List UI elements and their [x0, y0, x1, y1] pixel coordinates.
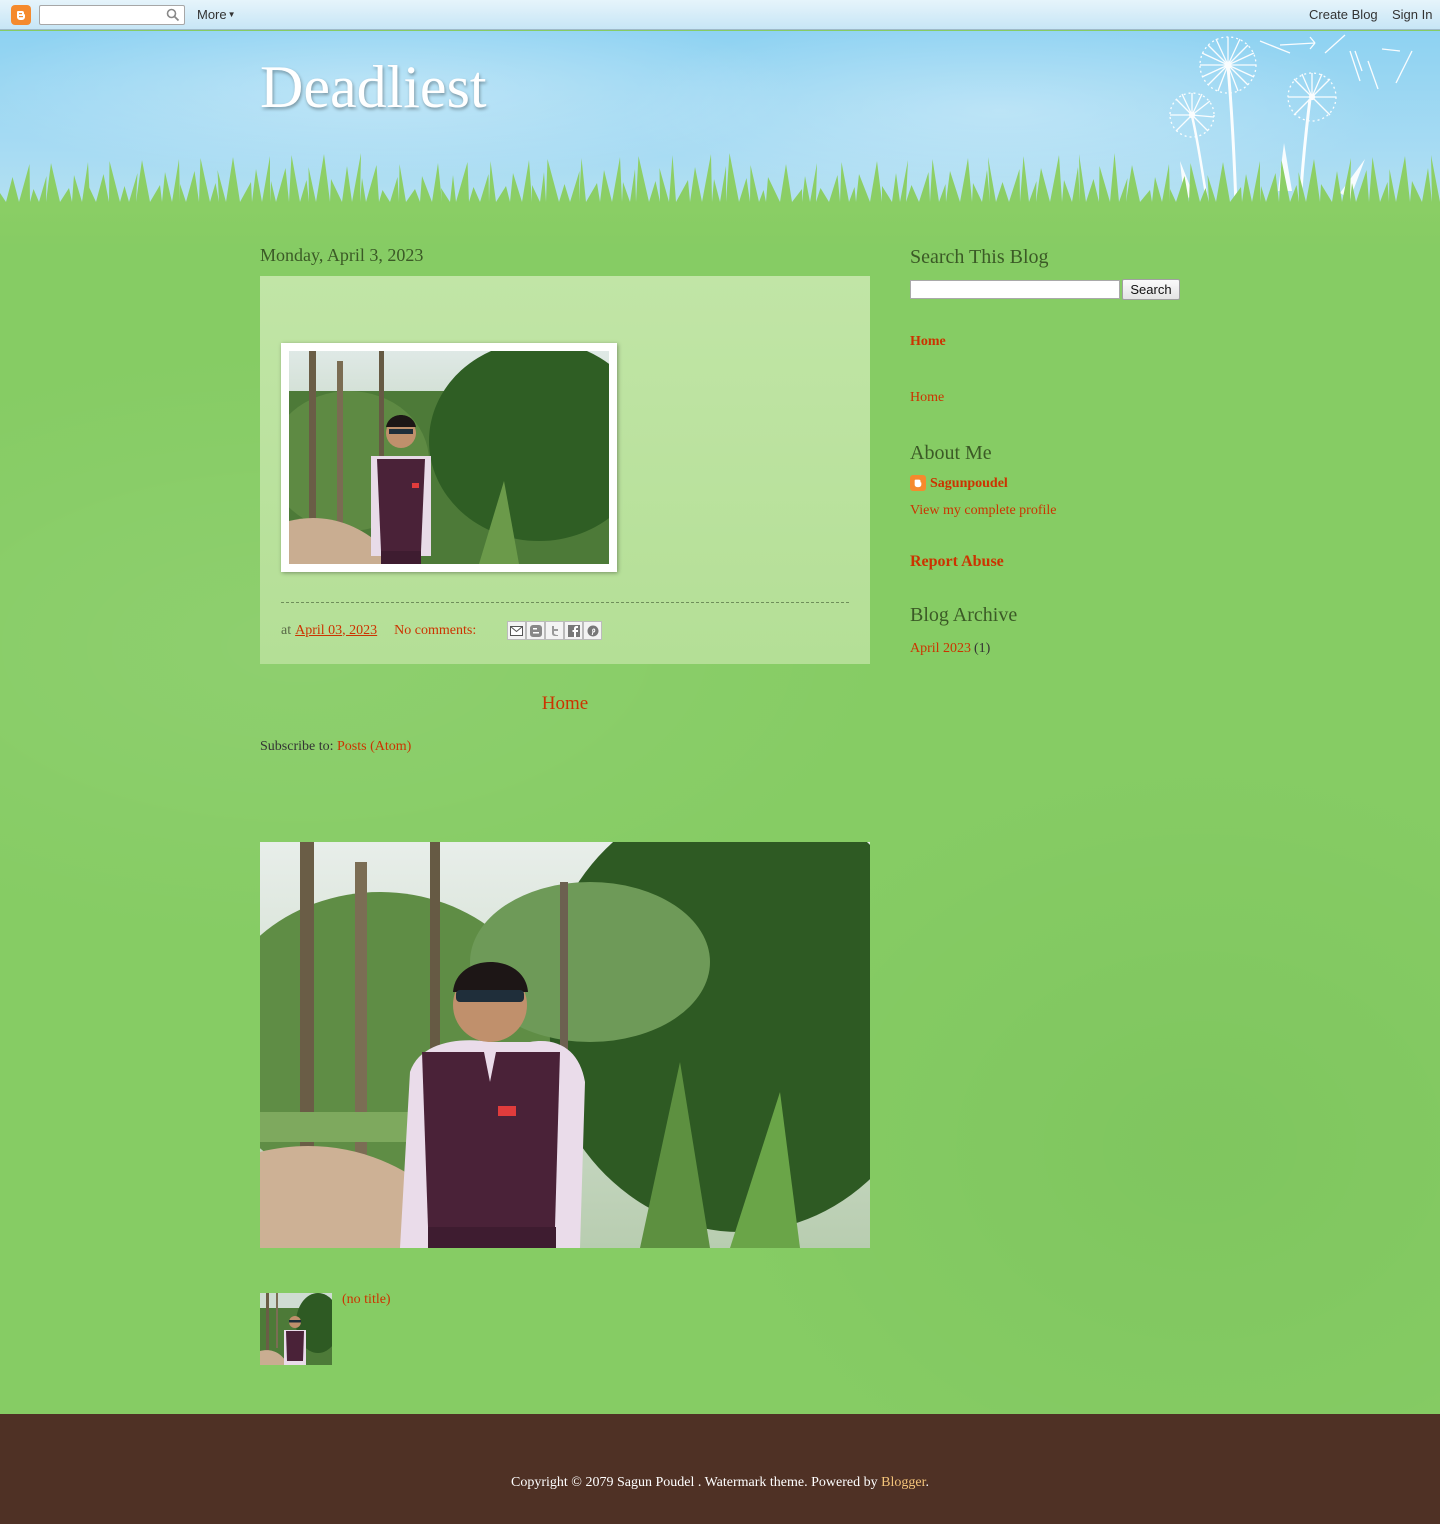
pinterest-icon[interactable]	[583, 621, 603, 640]
blog-pager-home-link[interactable]: Home	[260, 693, 870, 715]
about-me-heading: About Me	[910, 442, 992, 464]
sidebar-search-input[interactable]	[910, 280, 1120, 299]
post-date-header: Monday, April 3, 2023	[260, 245, 424, 265]
footer-copyright: Copyright © 2079 Sagun Poudel . Watermar…	[511, 1475, 882, 1490]
create-blog-link[interactable]: Create Blog	[1309, 7, 1378, 22]
email-icon[interactable]	[507, 621, 527, 640]
report-abuse-link[interactable]: Report Abuse	[910, 553, 1004, 571]
navbar-search-input[interactable]	[39, 5, 185, 25]
blog-title[interactable]: Deadliest	[260, 54, 487, 120]
blog-archive-heading: Blog Archive	[910, 604, 1018, 626]
popular-post-title-link[interactable]: (no title)	[342, 1292, 391, 1308]
footer-attribution: Copyright © 2079 Sagun Poudel . Watermar…	[0, 1475, 1440, 1491]
blogthis-icon[interactable]	[526, 621, 546, 640]
popular-post-thumbnail-image	[260, 1293, 340, 1365]
post-at-label: at	[281, 622, 292, 638]
subscribe-feed-links: Subscribe to: Posts (Atom)	[260, 739, 411, 755]
chevron-down-icon: ▼	[227, 10, 236, 19]
footer-period: .	[925, 1475, 929, 1490]
pages-widget-home-link[interactable]: Home	[910, 390, 944, 406]
post-timestamp-link[interactable]: April 03, 2023	[295, 623, 377, 639]
search-widget-heading: Search This Blog	[910, 246, 1049, 268]
post-photo[interactable]	[269, 341, 649, 572]
twitter-icon[interactable]	[545, 621, 565, 640]
archive-month-link[interactable]: April 2023	[910, 641, 971, 657]
post-body: at April 03, 2023 No comments:	[260, 276, 870, 664]
share-buttons	[507, 621, 603, 640]
post-comments-link[interactable]: No comments:	[394, 623, 476, 639]
profile-name-link[interactable]: Sagunpoudel	[930, 476, 1008, 492]
subscribe-label: Subscribe to:	[260, 739, 334, 754]
more-menu[interactable]: More▼	[197, 7, 236, 22]
more-label: More	[197, 7, 227, 22]
view-profile-link[interactable]: View my complete profile	[910, 503, 1057, 519]
blogger-navbar: More▼ Create Blog Sign In	[0, 0, 1440, 30]
featured-photo[interactable]	[210, 792, 940, 1248]
popular-post-thumbnail[interactable]	[260, 1293, 340, 1365]
pages-widget-current-home[interactable]: Home	[910, 334, 946, 350]
posts-atom-link[interactable]: Posts (Atom)	[337, 739, 411, 754]
blogger-profile-icon	[910, 475, 926, 491]
facebook-icon[interactable]	[564, 621, 584, 640]
blogger-link[interactable]: Blogger	[881, 1475, 925, 1490]
search-icon[interactable]	[166, 8, 180, 25]
post-footer-divider	[281, 602, 849, 603]
page-footer: Copyright © 2079 Sagun Poudel . Watermar…	[0, 1414, 1440, 1524]
archive-post-count: (1)	[974, 641, 991, 656]
post-footer: at April 03, 2023 No comments:	[281, 621, 603, 640]
sign-in-link[interactable]: Sign In	[1392, 7, 1432, 22]
grass-illustration	[0, 153, 1440, 250]
post-photo-image	[269, 341, 649, 564]
featured-photo-image	[210, 792, 940, 1248]
sidebar-search-button[interactable]: Search	[1122, 279, 1180, 300]
blogger-logo-icon[interactable]	[11, 5, 31, 25]
